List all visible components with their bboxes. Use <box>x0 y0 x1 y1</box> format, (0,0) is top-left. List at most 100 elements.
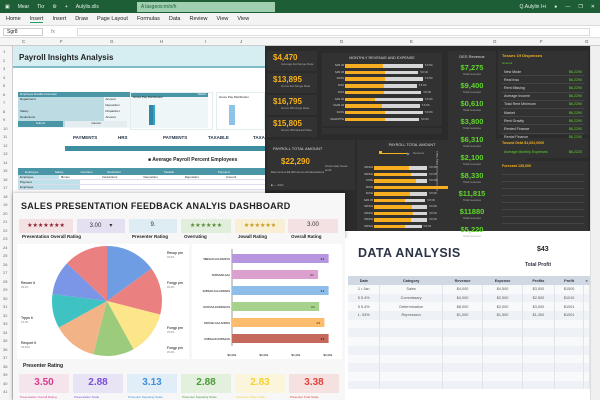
table-header: Deduction <box>107 170 121 174</box>
empty-row <box>348 337 590 346</box>
revenue-bar <box>345 117 385 122</box>
ribbon-tab[interactable]: Home <box>6 16 21 22</box>
bar-value-label: 5.8 OK <box>421 117 429 121</box>
formula-input[interactable] <box>77 28 590 36</box>
cancel-button[interactable]: Cancel <box>65 121 127 127</box>
slider-track[interactable] <box>381 153 409 154</box>
rating-label: Jowall Rating <box>238 234 268 239</box>
column-header: J <box>240 39 243 44</box>
x-tick-label: $0,001 <box>227 353 237 357</box>
avatar[interactable]: ● <box>554 4 557 10</box>
row-header: 14 <box>3 159 8 165</box>
ribbon-tab[interactable]: Formulas <box>137 16 160 22</box>
ribbon-tab[interactable]: Insert <box>29 16 44 23</box>
revenue-bar <box>374 198 406 202</box>
kpi-value: $13,895 <box>273 75 302 84</box>
tosses-row: Rented Finance $6,2290 <box>502 125 584 134</box>
ribbon-tab[interactable]: View <box>217 16 229 22</box>
table-cell <box>482 328 523 338</box>
table-cell: Payment <box>18 180 80 184</box>
table-cell <box>583 302 590 312</box>
presenter-label: Presenter Speaking Scale <box>128 395 163 399</box>
row-header: 34 <box>3 329 8 335</box>
debt-panel: Tossed Debt $1,002,0000 Average Monthly … <box>498 138 588 158</box>
row-header: 12 <box>3 142 8 148</box>
column-header: D <box>340 39 344 44</box>
table-cell <box>348 319 381 329</box>
ribbon-tab[interactable]: View <box>237 16 249 22</box>
row-header: 36 <box>3 346 8 352</box>
vertical-scrollbar[interactable] <box>590 46 600 400</box>
minimize-button[interactable]: — <box>565 4 570 10</box>
revenue-bar <box>345 64 384 68</box>
row-header: 4 <box>3 74 6 80</box>
table-cell <box>348 354 381 364</box>
name-box[interactable]: Sgr8 <box>3 28 43 36</box>
column-header: Date <box>348 276 380 285</box>
file-tab[interactable]: Tkr <box>37 4 44 10</box>
des-sub: Total revenue <box>462 216 481 220</box>
revenue-bar <box>345 70 385 75</box>
ribbon-tab[interactable]: Page Layout <box>97 16 128 22</box>
column-header: I <box>205 39 207 44</box>
row-header: 26 <box>3 261 8 267</box>
ribbon-tab[interactable]: Insert <box>52 16 66 22</box>
tosses-value: $6,2290 <box>569 69 582 74</box>
chevron-down-icon[interactable]: ▾ <box>109 223 112 229</box>
bar <box>232 318 325 327</box>
bar-label: SROCE <box>364 205 373 208</box>
pie-pct: 33.2% <box>167 350 175 354</box>
row-header: 1 <box>3 49 6 54</box>
bar-label: SAM 1B <box>334 64 344 67</box>
add-icon[interactable]: + <box>65 4 68 10</box>
ribbon-tab[interactable]: Data <box>169 16 181 22</box>
rating-card: ★★★★★★★ <box>19 219 73 233</box>
empty-row <box>348 328 590 338</box>
row-header: 10 <box>3 125 8 131</box>
des-value: $9,400 <box>460 81 484 90</box>
bar-category-label: SABSAD AAA ADRADS <box>202 289 230 293</box>
row-header: 15 <box>3 168 8 173</box>
user-name[interactable]: Q.Aulylin I+i <box>519 4 546 10</box>
bar-label: SROCE <box>364 211 373 215</box>
table-cell <box>522 380 555 390</box>
rating-card[interactable]: 3.00 ▾ <box>77 219 125 233</box>
tosses-label: Rented Finance <box>504 126 530 131</box>
fx-icon[interactable]: fx <box>51 29 77 35</box>
save-icon[interactable]: ▣ <box>5 4 10 10</box>
bar-value-label: 5.8 OK <box>429 211 437 215</box>
slider-handle[interactable] <box>379 151 382 154</box>
close-button[interactable]: ✕ <box>591 4 595 10</box>
table-cell <box>80 185 142 189</box>
row-header: 11 <box>3 134 8 139</box>
table-cell <box>348 345 381 355</box>
presenter-label: Presenter Total Scale <box>290 395 319 399</box>
row-header: 29 <box>3 287 8 292</box>
bar-value-label: 5.8 OK <box>421 104 430 108</box>
column-header: F <box>540 39 543 44</box>
tosses-value: $6,2290 <box>569 102 582 107</box>
bar <box>232 254 329 263</box>
bar-label: SROCE <box>364 224 373 228</box>
tosses-label: Real Inso <box>504 77 520 82</box>
restore-button[interactable]: ❐ <box>578 4 582 10</box>
gear-icon[interactable]: ⚙ <box>52 4 56 10</box>
rating-label: Presentation Overall Rating <box>22 234 82 239</box>
row-header: 30 <box>3 295 8 301</box>
ribbon-tab[interactable]: Review <box>189 16 207 22</box>
submit-button[interactable]: Submit <box>18 121 63 127</box>
column-header: E <box>410 39 414 44</box>
pie-chart: Recup pm33.2%Fongp pm33.2%Fongp pm33.2%F… <box>21 246 183 356</box>
search-input[interactable]: A lasgeos:m/n/h <box>136 1 275 12</box>
autosave-toggle[interactable]: Mear <box>18 4 29 10</box>
kpi-label: Gross Winnings Rate <box>281 106 310 110</box>
kpi-card: $15,805 Gross Withdrawal Rate <box>267 117 317 137</box>
revenue-bar <box>374 211 413 215</box>
title-bar: ▣ Mear Tkr ⚙ + Aulylis.xlls A lasgeos:m/… <box>0 0 600 13</box>
column-header: F <box>60 39 63 44</box>
row-header: 7 <box>3 100 6 105</box>
column-header: H <box>160 39 164 44</box>
kpi-label: Gross Withdrawal Rate <box>281 128 312 132</box>
ribbon-tab[interactable]: Draw <box>75 16 88 22</box>
row-header: 37 <box>3 355 8 360</box>
